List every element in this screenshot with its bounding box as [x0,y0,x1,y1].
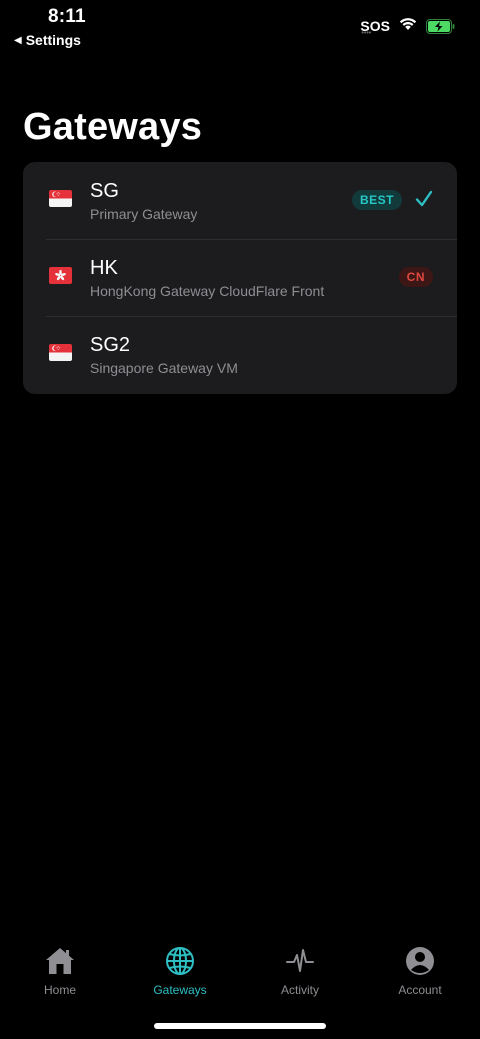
sos-indicator: SOS [360,18,390,37]
gateway-row-hk[interactable]: HK HongKong Gateway CloudFlare Front CN [23,239,457,316]
battery-charging-icon [426,18,456,34]
page-title: Gateways [23,106,203,148]
status-indicators: SOS [360,16,456,37]
gateway-subtitle: Singapore Gateway VM [90,360,238,376]
back-triangle-icon: ◀ [14,34,22,46]
tab-activity[interactable]: Activity [240,945,360,1005]
gateway-subtitle: Primary Gateway [90,206,198,222]
gateway-row-sg2[interactable]: SG2 Singapore Gateway VM [23,316,457,393]
best-badge: BEST [351,190,402,210]
tab-label: Gateways [153,983,207,997]
back-label: Settings [25,32,81,48]
pulse-icon [284,945,316,977]
screen: 8:11 ◀ Settings SOS Gateways [0,0,480,1039]
wifi-icon [398,16,418,36]
tab-home[interactable]: Home [0,945,120,1005]
tab-gateways[interactable]: Gateways [120,945,240,1005]
tab-bar: Home Gateways Activity Account [0,945,480,1005]
gateway-name: SG2 [90,334,131,356]
tab-label: Activity [280,983,319,997]
gateway-list: SG Primary Gateway BEST HK HongKong Gate… [23,162,457,394]
checkmark-icon [415,189,433,209]
status-time: 8:11 [48,6,86,27]
singapore-flag-icon [49,344,72,361]
gateway-subtitle: HongKong Gateway CloudFlare Front [90,283,325,299]
tab-label: Home [43,983,76,997]
back-to-settings-link[interactable]: ◀ Settings [14,32,81,48]
cn-badge: CN [398,267,433,287]
globe-icon [164,945,196,977]
gateway-name: HK [90,257,118,279]
home-icon [44,945,76,977]
hong-kong-flag-icon [49,267,72,284]
singapore-flag-icon [49,190,72,207]
tab-label: Account [398,983,442,997]
gateway-name: SG [90,180,119,202]
tab-account[interactable]: Account [360,945,480,1005]
home-indicator [154,1023,326,1029]
person-circle-icon [404,945,436,977]
gateway-row-sg[interactable]: SG Primary Gateway BEST [23,162,457,239]
